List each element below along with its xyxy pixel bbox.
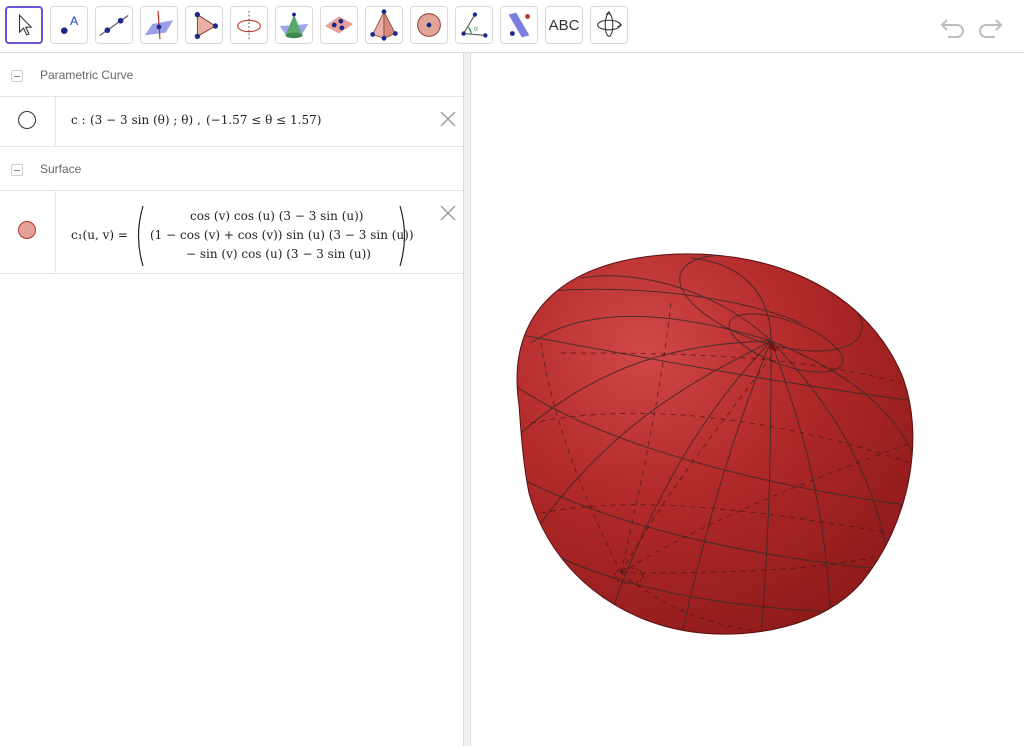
point-tool-button[interactable]: A: [50, 6, 88, 44]
algebra-item-curve-c[interactable]: c : (3 − 3 sin (θ) ; θ) , (−1.57 ≤ θ ≤ 1…: [0, 97, 463, 147]
text-tool-label: ABC: [548, 16, 580, 34]
surface-label: c₁(u, v) =: [71, 228, 128, 242]
intersect-tool-button[interactable]: [230, 6, 268, 44]
cone-icon: [279, 12, 309, 39]
undo-button[interactable]: [938, 13, 968, 41]
curve-label: c :: [71, 113, 86, 127]
toolbar: A α ABC: [0, 0, 1024, 53]
surface-body: [516, 253, 914, 635]
reflect-plane-icon: [508, 12, 530, 38]
group-title: Parametric Curve: [40, 68, 134, 82]
redo-icon: [979, 19, 1003, 38]
cone-tool-button[interactable]: [275, 6, 313, 44]
intersect-icon: [237, 10, 261, 40]
undo-icon: [940, 19, 964, 38]
delete-item-icon[interactable]: [438, 203, 458, 223]
pyramid-icon: [370, 9, 398, 41]
angle-tool-button[interactable]: α: [455, 6, 493, 44]
perpendicular-line-tool-button[interactable]: [140, 6, 178, 44]
graphics-3d-view[interactable]: [471, 53, 1024, 746]
plane-points-icon: [324, 16, 354, 34]
redo-button[interactable]: [975, 13, 1005, 41]
collapse-group-icon[interactable]: [11, 70, 23, 82]
curve-range: (−1.57 ≤ θ ≤ 1.57): [206, 113, 322, 127]
pyramid-tool-button[interactable]: [365, 6, 403, 44]
line-icon: [99, 15, 129, 36]
triangle-icon: [194, 11, 219, 40]
group-header-parametric-curve[interactable]: Parametric Curve: [0, 53, 463, 97]
surface-row-x: cos (v) cos (u) (3 − 3 sin (u)): [190, 209, 364, 223]
move-tool-button[interactable]: [5, 6, 43, 44]
algebra-view: Parametric Curve c : (3 − 3 sin (θ) ; θ)…: [0, 53, 463, 746]
view-divider[interactable]: [463, 53, 471, 746]
surface-row-y: (1 − cos (v) + cos (v)) sin (u) (3 − 3 s…: [150, 228, 414, 242]
curve-expression: (3 − 3 sin (θ) ; θ) ,: [90, 113, 201, 127]
visibility-marker: [0, 97, 56, 146]
svg-text:A: A: [70, 14, 79, 28]
text-tool-button[interactable]: ABC: [545, 6, 583, 44]
perpendicular-line-icon: [144, 10, 174, 40]
polygon-tool-button[interactable]: [185, 6, 223, 44]
surface-3d-render: [516, 253, 914, 635]
delete-item-icon[interactable]: [438, 109, 458, 129]
right-paren-icon: [399, 205, 406, 267]
rotate-view-icon: [597, 10, 623, 37]
sphere-icon: [417, 13, 441, 37]
algebra-item-surface-c1[interactable]: c₁(u, v) = cos (v) cos (u) (3 − 3 sin (u…: [0, 191, 463, 274]
plane-tool-button[interactable]: [320, 6, 358, 44]
surface-row-z: − sin (v) cos (u) (3 − 3 sin (u)): [186, 247, 371, 261]
point-icon: A: [60, 14, 79, 34]
visibility-toggle-icon[interactable]: [18, 111, 36, 129]
collapse-group-icon[interactable]: [11, 164, 23, 176]
sphere-tool-button[interactable]: [410, 6, 448, 44]
visibility-marker: [0, 191, 56, 273]
group-title: Surface: [40, 162, 82, 176]
angle-icon: α: [461, 12, 488, 38]
left-paren-icon: [137, 205, 144, 267]
group-header-surface[interactable]: Surface: [0, 147, 463, 191]
visibility-toggle-icon[interactable]: [18, 221, 36, 239]
cursor-arrow-icon: [18, 13, 33, 36]
reflect-plane-tool-button[interactable]: [500, 6, 538, 44]
svg-text:α: α: [474, 26, 478, 33]
line-tool-button[interactable]: [95, 6, 133, 44]
rotate-view-tool-button[interactable]: [590, 6, 628, 44]
